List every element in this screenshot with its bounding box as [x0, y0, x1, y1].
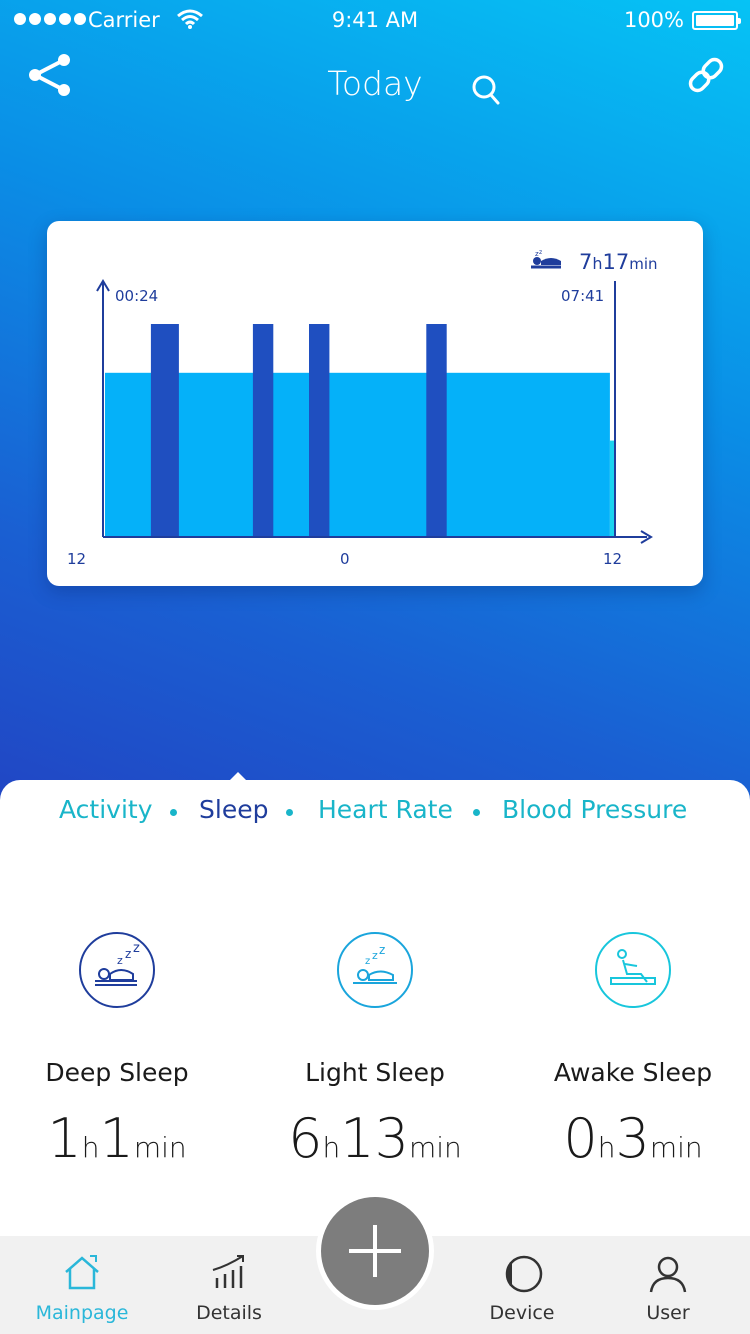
nav-user[interactable]: User — [593, 1236, 743, 1334]
awake-sleep-value: 0h3min — [563, 1107, 703, 1170]
light-sleep-stat: z z z Light Sleep 6h13min — [250, 930, 500, 1170]
tab-heart-rate[interactable]: Heart Rate — [318, 795, 453, 824]
panel-pointer — [224, 772, 252, 786]
sleep-segment-1-0 — [150, 324, 179, 536]
svg-text:z: z — [133, 941, 140, 956]
link-icon[interactable] — [685, 54, 727, 96]
tab-blood-pressure[interactable]: Blood Pressure — [502, 795, 687, 824]
light-sleep-icon: z z z — [337, 932, 413, 1008]
nav-mainpage-label: Mainpage — [35, 1302, 129, 1324]
nav-details[interactable]: Details — [154, 1236, 304, 1334]
x-tick-right: 12 — [603, 550, 622, 568]
sleep-segment-1-2 — [309, 324, 330, 536]
tab-separator — [473, 809, 480, 816]
sleep-chart: z z 7h17min 00:24 07:41 12 0 12 — [67, 249, 658, 568]
nav-user-label: User — [646, 1302, 690, 1324]
sleep-chart-card: z z 7h17min 00:24 07:41 12 0 12 — [47, 221, 703, 586]
nav-mainpage[interactable]: Mainpage — [7, 1236, 157, 1334]
status-bar: Carrier 9:41 AM 100% — [0, 0, 750, 40]
user-icon — [649, 1256, 687, 1293]
home-icon — [65, 1255, 99, 1290]
x-tick-mid: 0 — [340, 550, 350, 568]
sleep-segment-1-1 — [252, 324, 274, 536]
tab-sleep[interactable]: Sleep — [199, 795, 268, 824]
awake-icon — [595, 932, 671, 1008]
light-sleep-value: 6h13min — [288, 1107, 462, 1170]
start-time-label: 00:24 — [115, 287, 158, 305]
watch-icon — [505, 1255, 543, 1293]
nav-device-label: Device — [489, 1302, 555, 1324]
search-icon[interactable] — [470, 72, 502, 106]
category-tabs: Activity Sleep Heart Rate Blood Pressure — [0, 795, 750, 831]
x-tick-left: 12 — [67, 550, 86, 568]
tab-activity[interactable]: Activity — [59, 795, 153, 824]
deep-sleep-value: 1h1min — [47, 1107, 187, 1170]
nav-details-label: Details — [196, 1302, 262, 1324]
tab-separator — [286, 809, 293, 816]
add-button[interactable] — [321, 1197, 429, 1305]
deep-sleep-icon: z z z — [79, 932, 155, 1008]
battery-percent: 100% — [623, 8, 684, 32]
sleep-segment-1-3 — [426, 324, 447, 536]
awake-sleep-stat: Awake Sleep 0h3min — [508, 930, 750, 1170]
svg-text:z: z — [365, 956, 370, 967]
sleep-segment-0-0 — [105, 372, 610, 536]
end-time-label: 07:41 — [561, 287, 604, 305]
svg-text:z: z — [539, 249, 542, 256]
awake-sleep-label: Awake Sleep — [553, 1058, 713, 1087]
svg-text:z: z — [125, 947, 131, 961]
chart-icon — [212, 1255, 244, 1288]
battery-icon — [692, 11, 741, 30]
total-sleep-value: 7h17min — [579, 250, 658, 274]
svg-text:z: z — [117, 954, 123, 967]
deep-sleep-stat: z z z Deep Sleep 1h1min — [0, 930, 242, 1170]
light-sleep-label: Light Sleep — [305, 1058, 445, 1087]
svg-text:z: z — [379, 943, 385, 957]
deep-sleep-label: Deep Sleep — [45, 1058, 189, 1087]
svg-text:z: z — [372, 949, 378, 962]
nav-device[interactable]: Device — [447, 1236, 597, 1334]
sleeping-person-icon: z z — [531, 249, 561, 269]
tab-separator — [170, 809, 177, 816]
page-title: Today — [327, 64, 423, 103]
